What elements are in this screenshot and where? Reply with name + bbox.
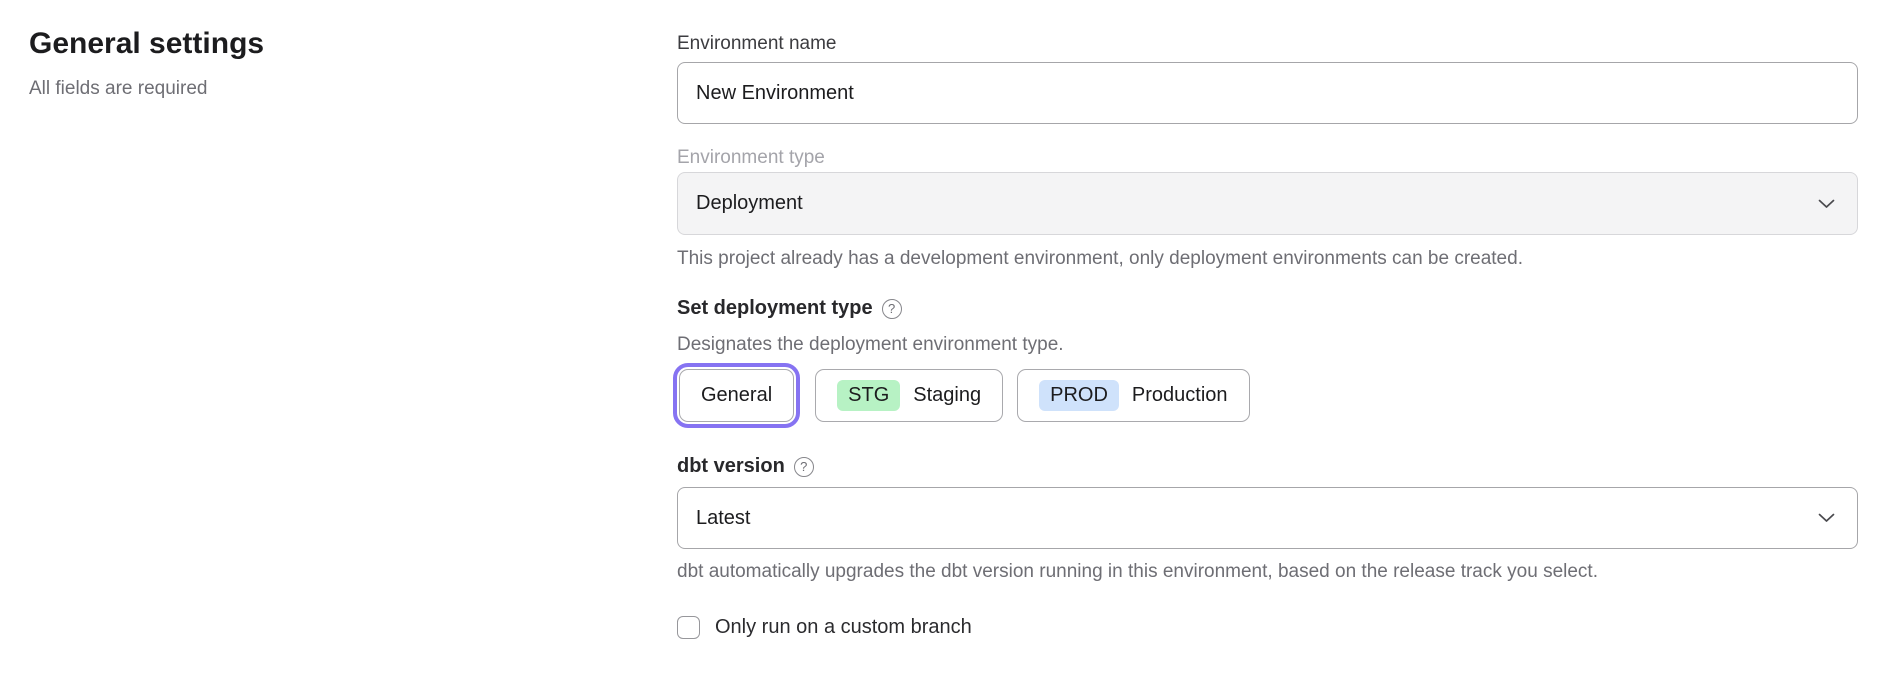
dbt-version-select[interactable]: Latest	[677, 487, 1858, 549]
environment-type-value: Deployment	[696, 192, 803, 215]
question-mark-circle-icon[interactable]: ?	[794, 457, 814, 477]
chevron-down-icon	[1818, 199, 1835, 209]
deployment-type-option-label: Production	[1132, 384, 1228, 407]
page-header: General settings All fields are required	[29, 26, 264, 100]
question-mark-circle-icon[interactable]: ?	[882, 299, 902, 319]
deployment-type-options: General STG Staging PROD Production	[677, 369, 1250, 422]
custom-branch-label: Only run on a custom branch	[715, 616, 972, 639]
deployment-type-option-label: General	[701, 384, 772, 407]
environment-type-label: Environment type	[677, 147, 825, 169]
page-subtitle: All fields are required	[29, 78, 264, 100]
production-badge: PROD	[1039, 380, 1119, 411]
dbt-version-helper: dbt automatically upgrades the dbt versi…	[677, 560, 1598, 583]
deployment-type-description: Designates the deployment environment ty…	[677, 333, 1064, 356]
deployment-type-option-general[interactable]: General	[679, 369, 794, 422]
custom-branch-row: Only run on a custom branch	[677, 616, 972, 639]
custom-branch-checkbox[interactable]	[677, 616, 700, 639]
environment-settings-form: Environment name Environment type Deploy…	[677, 0, 1858, 678]
staging-badge: STG	[837, 380, 900, 411]
dbt-version-value: Latest	[696, 507, 750, 530]
environment-name-input[interactable]	[677, 62, 1858, 124]
deployment-type-label-text: Set deployment type	[677, 297, 873, 320]
chevron-down-icon	[1818, 513, 1835, 523]
dbt-version-label: dbt version ?	[677, 455, 814, 478]
deployment-type-option-label: Staging	[913, 384, 981, 407]
deployment-type-section-label: Set deployment type ?	[677, 297, 902, 320]
dbt-version-label-text: dbt version	[677, 455, 785, 478]
page-title: General settings	[29, 26, 264, 62]
environment-name-label: Environment name	[677, 33, 836, 55]
deployment-type-option-production[interactable]: PROD Production	[1017, 369, 1249, 422]
environment-type-helper: This project already has a development e…	[677, 247, 1523, 270]
environment-type-select[interactable]: Deployment	[677, 172, 1858, 235]
deployment-type-option-staging[interactable]: STG Staging	[815, 369, 1003, 422]
